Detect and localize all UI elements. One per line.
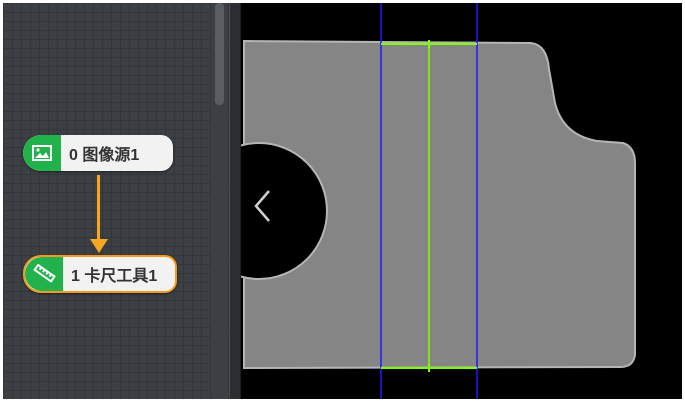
panel-splitter[interactable]	[229, 3, 241, 399]
image-viewer[interactable]	[241, 3, 682, 399]
node-label: 1 卡尺工具1	[71, 268, 158, 285]
node-caliper-tool[interactable]: 1 卡尺工具1	[23, 255, 177, 293]
flow-canvas[interactable]: 0 图像源1 1 卡尺工具1	[3, 3, 229, 399]
inspection-image	[241, 3, 636, 399]
caliper-icon	[25, 257, 63, 291]
image-icon	[23, 135, 61, 171]
connector-arrow-icon	[90, 239, 108, 253]
flow-connector	[97, 175, 100, 241]
scrollbar-thumb[interactable]	[215, 3, 224, 105]
node-label: 0 图像源1	[69, 147, 140, 164]
chevron-left-icon[interactable]	[251, 188, 275, 224]
node-image-source[interactable]: 0 图像源1	[23, 135, 173, 171]
